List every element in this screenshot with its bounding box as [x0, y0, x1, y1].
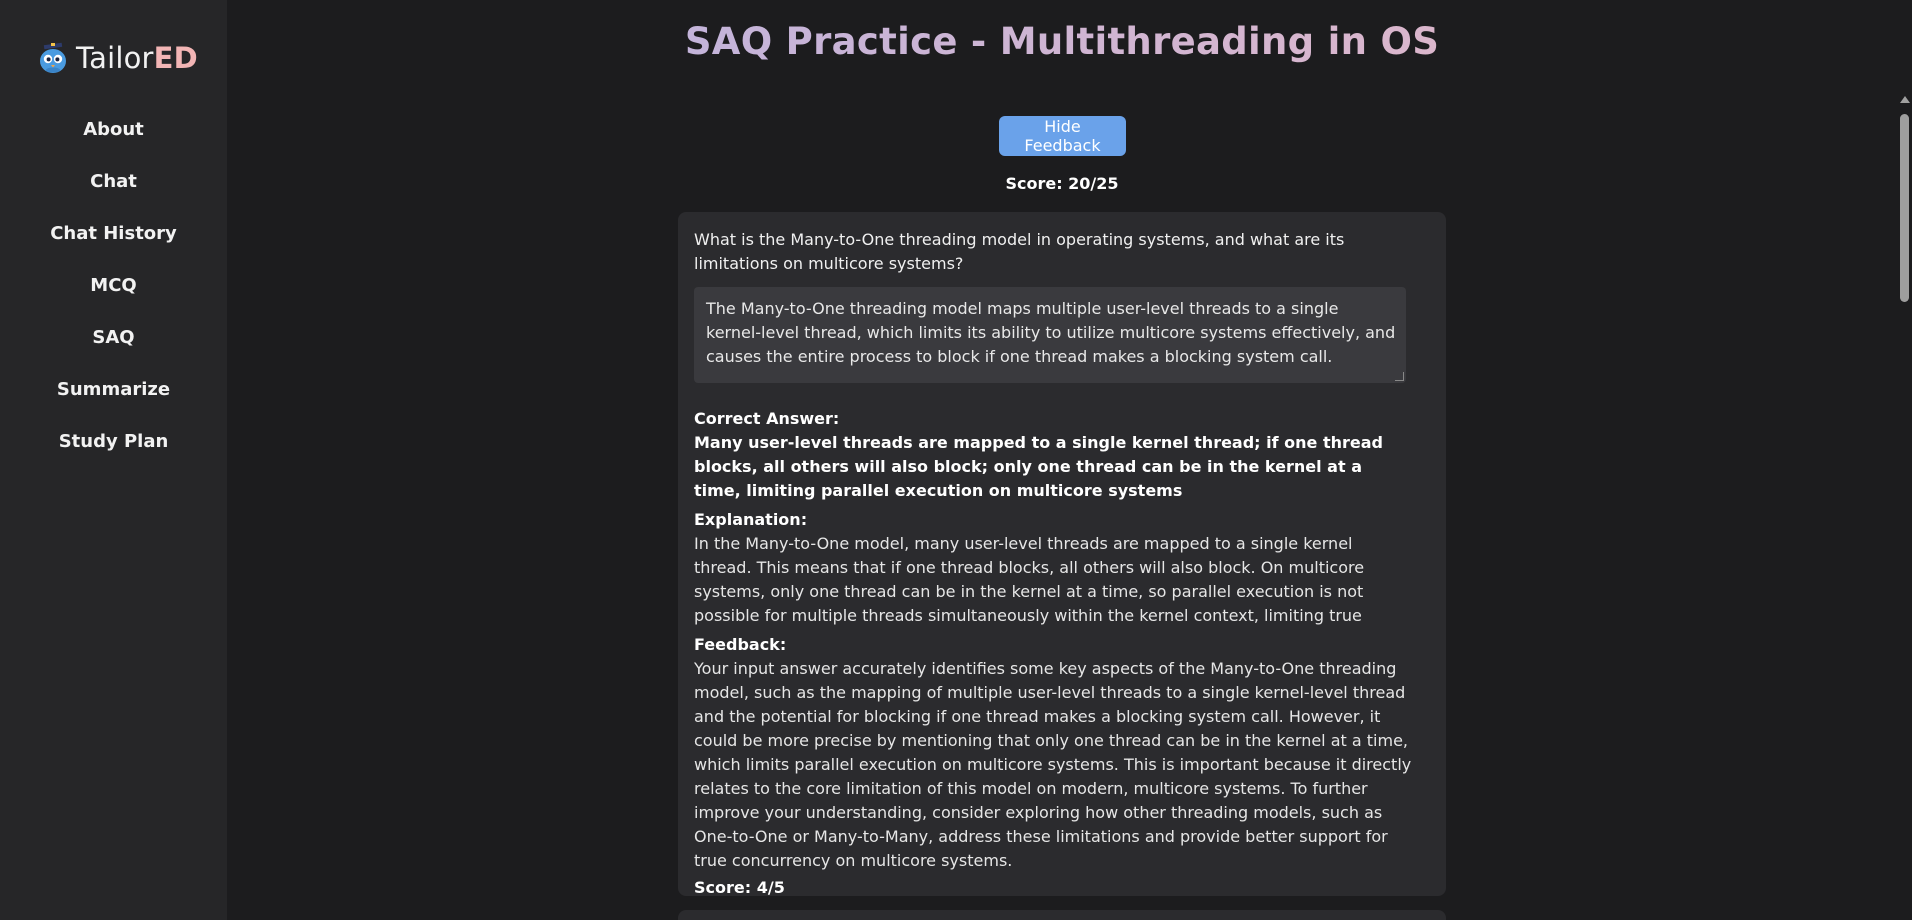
answer-textarea[interactable]: The Many-to-One threading model maps mul…: [694, 287, 1406, 383]
explanation-text: In the Many-to-One model, many user-leve…: [694, 534, 1365, 625]
resize-handle-icon[interactable]: [1395, 372, 1404, 381]
explanation-section: Explanation: In the Many-to-One model, m…: [694, 508, 1414, 628]
sidebar-item-chat[interactable]: Chat: [0, 162, 227, 214]
feedback-label: Feedback:: [694, 635, 787, 654]
correct-answer-text: Many user-level threads are mapped to a …: [694, 433, 1383, 500]
main-content: SAQ Practice - Multithreading in OS Hide…: [227, 0, 1897, 920]
sidebar-item-study-plan[interactable]: Study Plan: [0, 422, 227, 474]
sidebar-item-about[interactable]: About: [0, 110, 227, 162]
question-card-body: What is the Many-to-One threading model …: [694, 228, 1414, 897]
brand-logo[interactable]: TailorED: [36, 38, 198, 78]
app-window: TailorED About Chat Chat History MCQ SAQ…: [0, 0, 1912, 920]
hide-feedback-button[interactable]: Hide Feedback: [999, 116, 1126, 156]
sidebar-item-chat-history[interactable]: Chat History: [0, 214, 227, 266]
scroll-up-arrow-icon[interactable]: [1900, 96, 1910, 103]
brand-name: TailorED: [76, 41, 198, 75]
feedback-text: Your input answer accurately identifies …: [694, 659, 1412, 870]
sidebar-item-summarize[interactable]: Summarize: [0, 370, 227, 422]
next-question-card: [678, 910, 1446, 920]
sidebar: TailorED About Chat Chat History MCQ SAQ…: [0, 0, 227, 920]
page-scrollbar[interactable]: [1897, 92, 1912, 920]
total-score: Score: 20/25: [1005, 174, 1119, 193]
scrollbar-thumb[interactable]: [1900, 114, 1909, 302]
correct-answer-section: Correct Answer: Many user-level threads …: [694, 407, 1414, 503]
question-score: Score: 4/5: [694, 878, 785, 897]
question-text: What is the Many-to-One threading model …: [694, 230, 1345, 273]
answer-text[interactable]: The Many-to-One threading model maps mul…: [706, 297, 1396, 369]
sidebar-item-mcq[interactable]: MCQ: [0, 266, 227, 318]
page-title: SAQ Practice - Multithreading in OS: [227, 20, 1897, 63]
sidebar-nav: About Chat Chat History MCQ SAQ Summariz…: [0, 110, 227, 474]
correct-answer-label: Correct Answer:: [694, 409, 840, 428]
sidebar-item-saq[interactable]: SAQ: [0, 318, 227, 370]
owl-mascot-icon: [40, 42, 66, 73]
question-card: What is the Many-to-One threading model …: [678, 212, 1446, 897]
feedback-section: Feedback: Your input answer accurately i…: [694, 633, 1414, 873]
explanation-label: Explanation:: [694, 510, 808, 529]
